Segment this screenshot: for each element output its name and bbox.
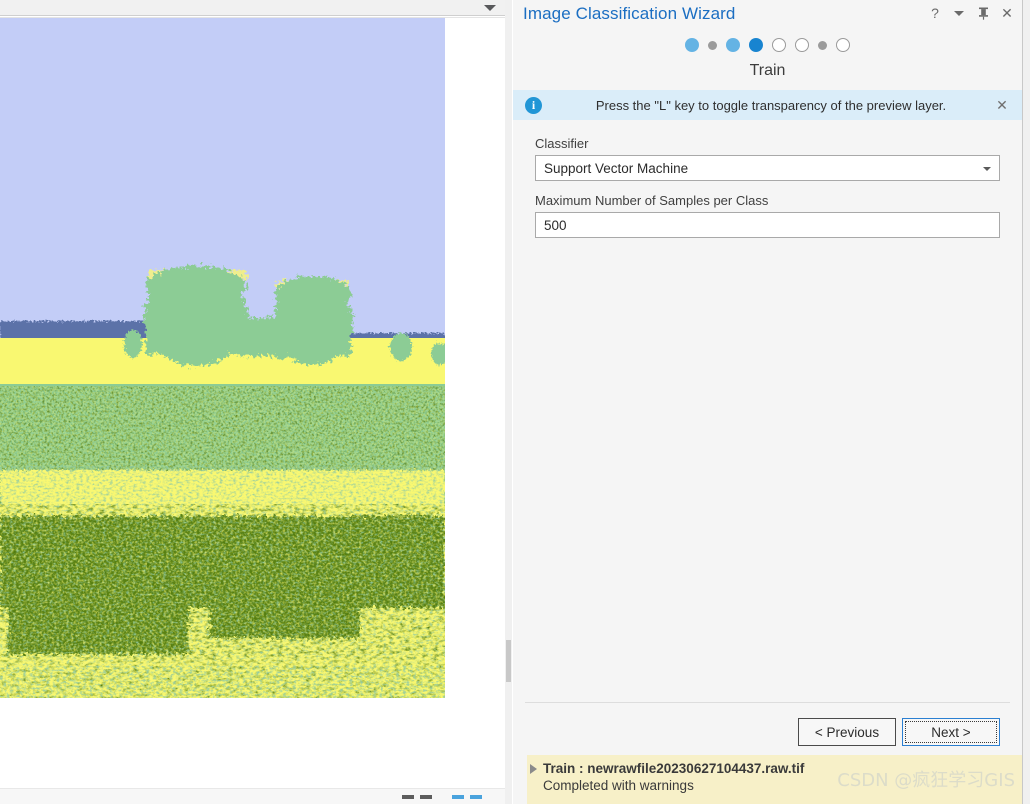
status-marker-3 [452, 795, 464, 799]
step-dot-6[interactable] [795, 38, 809, 52]
info-icon: i [525, 96, 542, 114]
max-samples-value: 500 [544, 217, 567, 233]
status-message-title: Train : newrawfile20230627104437.raw.tif [543, 761, 805, 776]
close-icon[interactable]: ✕ [994, 97, 1010, 114]
next-button[interactable]: Next > [902, 718, 1000, 746]
map-view-panel [0, 0, 512, 804]
pin-icon[interactable] [976, 4, 990, 22]
previous-button[interactable]: < Previous [798, 718, 896, 746]
step-dot-3[interactable] [726, 38, 740, 52]
step-dot-1[interactable] [685, 38, 699, 52]
map-toolbar[interactable] [0, 0, 505, 16]
map-vertical-scrollbar[interactable] [505, 0, 512, 804]
status-marker-4 [470, 795, 482, 799]
step-dot-4-current[interactable] [749, 38, 763, 52]
geoprocessing-status-bar: Train : newrawfile20230627104437.raw.tif… [513, 755, 1023, 804]
footer-divider [525, 702, 1010, 703]
status-message-subtitle: Completed with warnings [543, 778, 694, 793]
chevron-down-icon[interactable] [484, 5, 496, 11]
max-samples-label: Maximum Number of Samples per Class [535, 193, 769, 208]
chevron-down-icon[interactable] [952, 4, 966, 22]
classifier-dropdown[interactable]: Support Vector Machine [535, 155, 1000, 181]
help-icon[interactable]: ? [928, 4, 942, 22]
info-message-text: Press the "L" key to toggle transparency… [595, 97, 947, 113]
titlebar-controls: ? ✕ [928, 4, 1014, 22]
step-dot-5[interactable] [772, 38, 786, 52]
app-root: Image Classification Wizard ? ✕ Train i … [0, 0, 1030, 804]
max-samples-input[interactable]: 500 [535, 212, 1000, 238]
panel-right-edge [1022, 0, 1030, 804]
wizard-title-bar: Image Classification Wizard ? ✕ [513, 0, 1022, 28]
map-status-bar[interactable] [0, 788, 505, 804]
step-dot-7 [818, 40, 827, 50]
chevron-right-icon[interactable] [530, 764, 537, 774]
wizard-navigation-buttons: < Previous Next > [798, 718, 1000, 746]
status-message[interactable]: Train : newrawfile20230627104437.raw.tif… [527, 755, 1023, 804]
scrollbar-thumb[interactable] [506, 640, 511, 682]
classifier-label: Classifier [535, 136, 589, 151]
classification-raster-svg [0, 18, 445, 698]
wizard-form: Classifier Support Vector Machine Maximu… [513, 120, 1022, 238]
info-message-bar: i Press the "L" key to toggle transparen… [513, 90, 1022, 120]
status-marker-1 [402, 795, 414, 799]
page-title: Image Classification Wizard [523, 4, 736, 23]
classifier-value: Support Vector Machine [544, 160, 689, 176]
classified-raster-preview[interactable] [0, 18, 445, 698]
image-classification-wizard-panel: Image Classification Wizard ? ✕ Train i … [513, 0, 1023, 804]
wizard-step-indicator [513, 32, 1022, 58]
chevron-down-icon[interactable] [983, 167, 991, 171]
close-icon[interactable]: ✕ [1000, 4, 1014, 22]
map-canvas[interactable] [0, 17, 505, 787]
wizard-step-title: Train [749, 62, 786, 79]
pin-icon-svg [978, 7, 988, 20]
step-dot-8[interactable] [836, 38, 850, 52]
status-marker-2 [420, 795, 432, 799]
step-dot-2 [708, 40, 717, 50]
next-button-label: Next > [931, 724, 971, 740]
